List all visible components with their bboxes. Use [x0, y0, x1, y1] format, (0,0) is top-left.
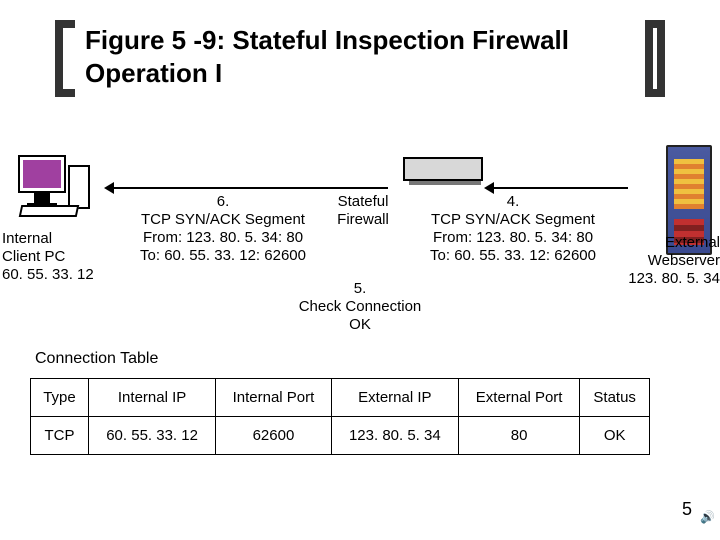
connection-table: Type Internal IP Internal Port External … [30, 378, 650, 455]
segment-4-label: 4. TCP SYN/ACK Segment From: 123. 80. 5.… [408, 193, 618, 265]
table-header-row: Type Internal IP Internal Port External … [31, 379, 650, 417]
col-external-port: External Port [458, 379, 579, 417]
firewall-icon [403, 157, 483, 181]
bracket-left-icon [55, 20, 75, 97]
arrow-left-icon [488, 187, 628, 189]
title-text: Figure 5 -9: Stateful Inspection Firewal… [75, 20, 645, 97]
seg4-l1: TCP SYN/ACK Segment [408, 211, 618, 229]
seg6-num: 6. [123, 193, 323, 211]
client-pc-label: Internal Client PC 60. 55. 33. 12 [2, 230, 112, 284]
col-internal-port: Internal Port [216, 379, 332, 417]
firewall-label: Stateful Firewall [323, 193, 403, 229]
seg4-num: 4. [408, 193, 618, 211]
seg6-l3: To: 60. 55. 33. 12: 62600 [123, 247, 323, 265]
col-status: Status [580, 379, 650, 417]
col-external-ip: External IP [331, 379, 458, 417]
col-internal-ip: Internal IP [88, 379, 215, 417]
client-pc-icon [18, 155, 66, 207]
seg6-l2: From: 123. 80. 5. 34: 80 [123, 229, 323, 247]
seg6-l1: TCP SYN/ACK Segment [123, 211, 323, 229]
bracket-right-icon [645, 20, 665, 97]
seg4-l3: To: 60. 55. 33. 12: 62600 [408, 247, 618, 265]
arrow-left-icon [108, 187, 388, 189]
col-type: Type [31, 379, 89, 417]
slide-title: Figure 5 -9: Stateful Inspection Firewal… [55, 20, 665, 97]
connection-table-label: Connection Table [35, 350, 158, 368]
segment-6-label: 6. TCP SYN/ACK Segment From: 123. 80. 5.… [123, 193, 323, 265]
table-row: TCP 60. 55. 33. 12 62600 123. 80. 5. 34 … [31, 417, 650, 455]
seg4-l2: From: 123. 80. 5. 34: 80 [408, 229, 618, 247]
page-number: 5 [682, 499, 692, 520]
speaker-icon [700, 508, 714, 522]
step-5-label: 5. Check Connection OK [0, 280, 720, 334]
